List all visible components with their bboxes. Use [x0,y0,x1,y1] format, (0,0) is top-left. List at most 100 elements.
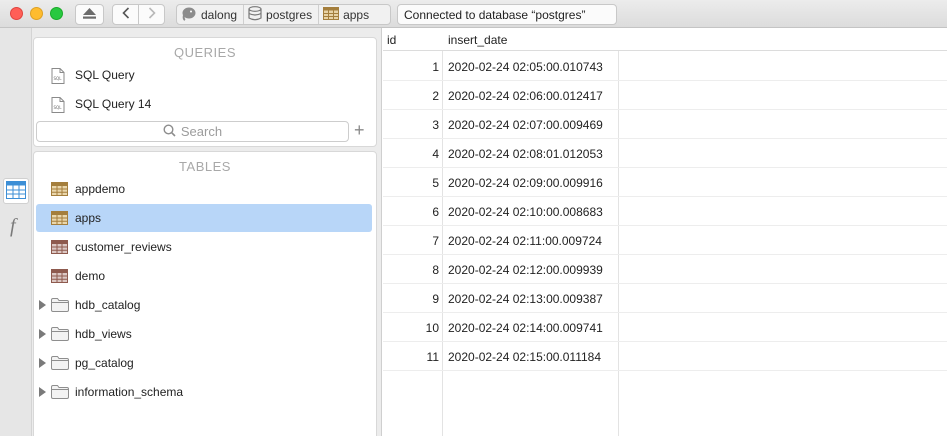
cell-id[interactable]: 8 [383,263,439,277]
minimize-window-button[interactable] [30,7,43,20]
table-row[interactable]: 4 2020-02-24 02:08:01.012053 [383,139,947,168]
table-icon [51,181,68,197]
table-row[interactable]: 1 2020-02-24 02:05:00.010743 [383,52,947,81]
cell-insert-date[interactable]: 2020-02-24 02:07:00.009469 [448,118,603,132]
disclosure-triangle-icon[interactable] [39,329,46,339]
cell-insert-date[interactable]: 2020-02-24 02:15:00.011184 [448,350,601,364]
svg-text:SQL: SQL [54,76,63,81]
database-icon [248,5,266,24]
table-row[interactable]: 8 2020-02-24 02:12:00.009939 [383,255,947,284]
table-row[interactable]: 11 2020-02-24 02:15:00.011184 [383,342,947,371]
cell-insert-date[interactable]: 2020-02-24 02:13:00.009387 [448,292,603,306]
table-row[interactable]: 6 2020-02-24 02:10:00.008683 [383,197,947,226]
cell-insert-date[interactable]: 2020-02-24 02:14:00.009741 [448,321,603,335]
query-item[interactable]: SQL SQL Query 14 [36,90,372,118]
cell-insert-date[interactable]: 2020-02-24 02:11:00.009724 [448,234,602,248]
breadcrumb-label: apps [343,7,370,22]
table-icon [51,239,68,255]
disclosure-triangle-icon[interactable] [39,387,46,397]
chevron-right-icon [148,7,156,22]
table-icon [51,210,68,226]
svg-text:SQL: SQL [54,105,63,110]
disclosure-triangle-icon[interactable] [39,300,46,310]
sidebar-item-pg-catalog[interactable]: pg_catalog [36,349,372,377]
cell-insert-date[interactable]: 2020-02-24 02:10:00.008683 [448,205,603,219]
sidebar-item-hdb-views[interactable]: hdb_views [36,320,372,348]
folder-icon [51,297,69,313]
sidebar-item-information-schema[interactable]: information_schema [36,378,372,406]
search-input[interactable]: Search [36,121,349,142]
cell-id[interactable]: 3 [383,118,439,132]
table-row[interactable]: 9 2020-02-24 02:13:00.009387 [383,284,947,313]
cell-id[interactable]: 2 [383,89,439,103]
query-item[interactable]: SQL SQL Query [36,61,372,89]
eject-button[interactable] [75,4,104,25]
table-row[interactable]: 7 2020-02-24 02:11:00.009724 [383,226,947,255]
cell-id[interactable]: 11 [383,350,439,364]
plus-icon: + [354,120,365,140]
cell-id[interactable]: 6 [383,205,439,219]
disclosure-triangle-icon[interactable] [39,358,46,368]
sidebar-item-apps[interactable]: apps [36,204,372,232]
table-label: apps [75,211,102,225]
schema-label: hdb_catalog [75,298,141,312]
connection-status: Connected to database “postgres” [397,4,617,25]
table-row[interactable]: 10 2020-02-24 02:14:00.009741 [383,313,947,342]
sidebar-item-hdb-catalog[interactable]: hdb_catalog [36,291,372,319]
folder-icon [51,355,69,371]
table-row[interactable]: 5 2020-02-24 02:09:00.009916 [383,168,947,197]
column-header-insert-date[interactable]: insert_date [448,33,507,47]
grid-header: id insert_date [383,28,947,51]
forward-button[interactable] [138,4,165,25]
table-row[interactable]: 3 2020-02-24 02:07:00.009469 [383,110,947,139]
row-divider [383,370,947,371]
cell-insert-date[interactable]: 2020-02-24 02:06:00.012417 [448,89,603,103]
breadcrumb-database[interactable]: postgres [243,5,318,24]
cell-id[interactable]: 1 [383,60,439,74]
queries-heading: QUERIES [173,45,236,60]
folder-icon [51,384,69,400]
search-icon [163,123,181,140]
close-window-button[interactable] [10,7,23,20]
cell-insert-date[interactable]: 2020-02-24 02:05:00.010743 [448,60,603,74]
breadcrumb: dalong postgres apps [176,4,391,25]
add-query-button[interactable]: + [354,120,365,140]
cell-insert-date[interactable]: 2020-02-24 02:12:00.009939 [448,263,603,277]
results-grid[interactable]: id insert_date 1 2020-02-24 02:05:00.0107… [383,28,947,436]
sidebar-item-demo[interactable]: demo [36,262,372,290]
svg-text:f: f [10,215,18,237]
cell-insert-date[interactable]: 2020-02-24 02:08:01.012053 [448,147,603,161]
schema-label: hdb_views [75,327,132,341]
chevron-left-icon [121,7,130,22]
cell-insert-date[interactable]: 2020-02-24 02:09:00.009916 [448,176,603,190]
column-header-id[interactable]: id [387,33,396,47]
back-button[interactable] [112,4,139,25]
cell-id[interactable]: 4 [383,147,439,161]
breadcrumb-table[interactable]: apps [318,5,375,24]
mode-rail: f [0,28,32,436]
schema-label: pg_catalog [75,356,134,370]
tables-mode-button[interactable] [3,178,29,204]
query-label: SQL Query [75,68,135,82]
functions-mode-button[interactable]: f [3,214,29,240]
table-label: appdemo [75,182,126,196]
sidebar-item-appdemo[interactable]: appdemo [36,175,372,203]
cell-id[interactable]: 9 [383,292,439,306]
elephant-icon [181,6,201,24]
tables-heading: TABLES [179,159,231,174]
table-label: customer_reviews [75,240,172,254]
cell-id[interactable]: 10 [383,321,439,335]
function-icon: f [8,215,24,240]
schema-label: information_schema [75,385,184,399]
table-icon [323,6,343,23]
sql-document-icon: SQL [51,96,68,113]
cell-id[interactable]: 7 [383,234,439,248]
title-bar: dalong postgres apps Connected to databa… [0,0,947,28]
cell-id[interactable]: 5 [383,176,439,190]
table-row[interactable]: 2 2020-02-24 02:06:00.012417 [383,81,947,110]
table-label: demo [75,269,106,283]
breadcrumb-label: dalong [201,7,238,22]
breadcrumb-connection[interactable]: dalong [177,5,243,24]
zoom-window-button[interactable] [50,7,63,20]
sidebar-item-customer-reviews[interactable]: customer_reviews [36,233,372,261]
